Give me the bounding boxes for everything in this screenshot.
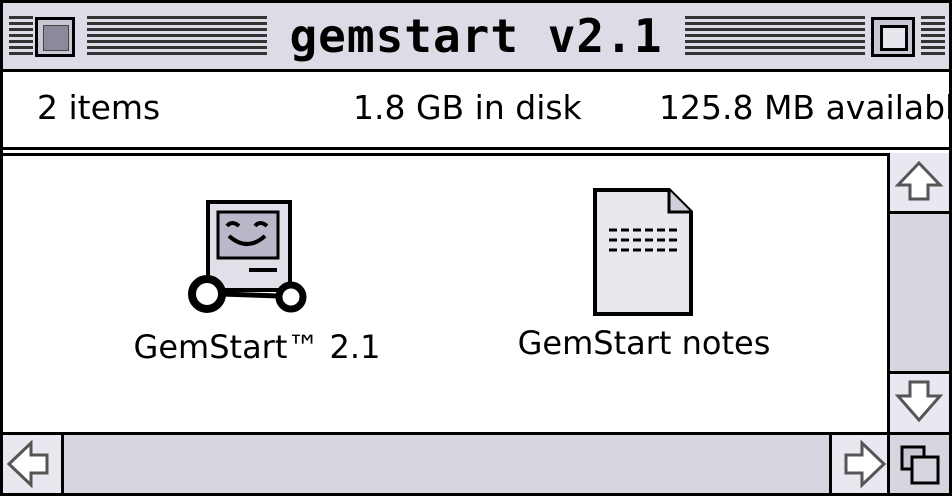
title-bar-stripes-left	[87, 16, 267, 58]
title-bar-stripes-right	[685, 16, 865, 58]
up-arrow-icon	[894, 160, 944, 201]
scroll-right-button[interactable]	[829, 435, 890, 493]
info-bar: 2 items 1.8 GB in disk 125.8 MB availabl…	[3, 72, 952, 156]
close-box-button[interactable]	[35, 17, 75, 57]
resize-grow-box[interactable]	[887, 432, 949, 493]
text-document-icon	[593, 188, 693, 316]
folder-contents: GemStart™ 2.1 GemStart notes	[3, 156, 887, 432]
disk-usage: 1.8 GB in disk	[353, 88, 582, 127]
gemstart-app-item[interactable]	[183, 198, 313, 318]
gemstart-notes-label: GemStart notes	[517, 324, 771, 362]
title-bar-stripes-left-edge	[9, 16, 33, 58]
gemstart-notes-item[interactable]	[589, 186, 699, 320]
gemstart-app-label: GemStart™ 2.1	[133, 328, 381, 366]
finder-window: gemstart v2.1 2 items 1.8 GB in disk 125…	[0, 0, 952, 496]
close-box-icon	[43, 25, 69, 51]
scroll-up-button[interactable]	[890, 153, 949, 214]
items-count: 2 items	[37, 88, 161, 127]
window-title: gemstart v2.1	[273, 9, 679, 63]
right-arrow-icon	[844, 439, 887, 489]
title-bar-stripes-right-edge	[921, 16, 945, 58]
down-arrow-icon	[894, 380, 944, 423]
title-bar[interactable]: gemstart v2.1	[3, 3, 949, 72]
resize-icon	[900, 445, 940, 485]
vertical-scrollbar[interactable]	[887, 153, 949, 433]
scroll-left-button[interactable]	[3, 435, 64, 493]
zoom-box-icon	[880, 25, 908, 51]
happy-mac-application-icon	[188, 200, 307, 313]
horizontal-scrollbar[interactable]	[3, 432, 890, 493]
left-arrow-icon	[6, 439, 49, 489]
available-space: 125.8 MB available	[659, 88, 952, 127]
zoom-box-button[interactable]	[871, 17, 915, 57]
scroll-down-button[interactable]	[890, 371, 949, 433]
